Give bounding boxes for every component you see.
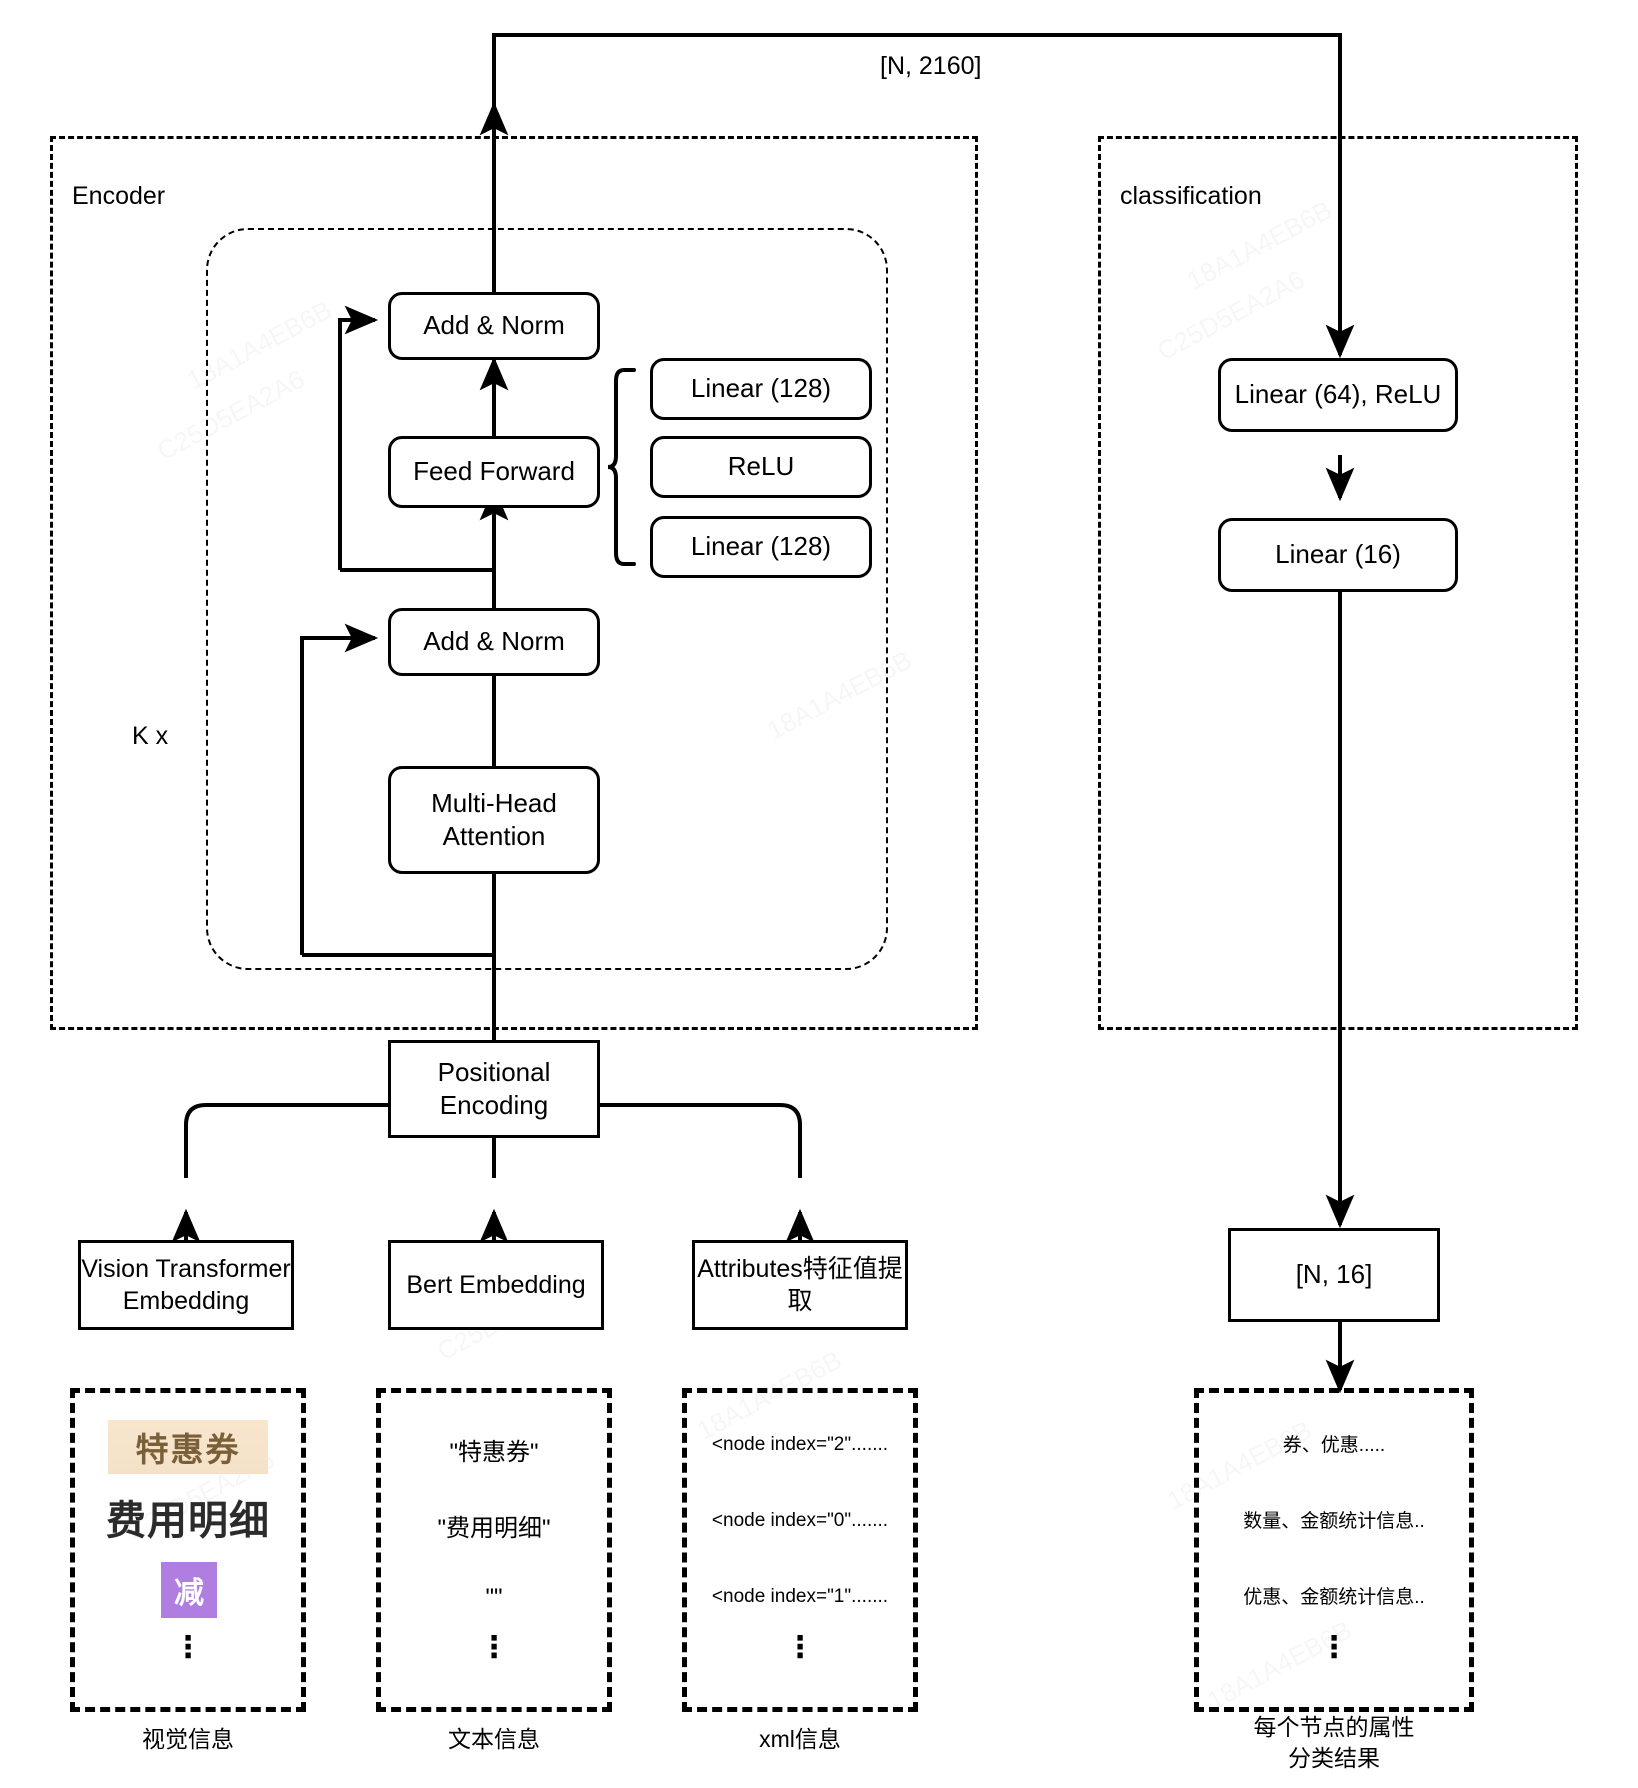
ffn-linear-1-label: Linear (128): [690, 373, 832, 404]
visual-chip-discount: 减: [161, 1562, 217, 1618]
visual-chip-title-label: 费用明细: [106, 1498, 270, 1544]
feed-forward-label: Feed Forward: [413, 456, 575, 487]
vision-transformer-embedding-label: Vision Transformer Embedding: [81, 1255, 291, 1315]
add-norm-bottom-block[interactable]: Add & Norm: [388, 608, 600, 676]
output-tensor-block[interactable]: [N, 16]: [1228, 1228, 1440, 1322]
xml-sample-0: <node index="2".......: [711, 1434, 889, 1455]
visual-chip-coupon-label: 特惠券: [135, 1430, 241, 1469]
xml-sample-1: <node index="0".......: [711, 1510, 889, 1531]
classification-sample-1: 数量、金额统计信息..: [1243, 1511, 1425, 1532]
ffn-linear-2-block[interactable]: Linear (128): [650, 516, 872, 578]
encoder-group-label: Encoder: [72, 182, 166, 210]
classification-linear-64-label: Linear (64), ReLU: [1234, 379, 1442, 410]
attributes-extraction-label: Attributes特征值提 取: [697, 1255, 903, 1315]
vision-transformer-embedding-block[interactable]: Vision Transformer Embedding: [78, 1240, 294, 1330]
classification-sample-0: 券、优惠.....: [1282, 1435, 1386, 1456]
classification-group-label: classification: [1120, 182, 1262, 210]
text-sample-0: "特惠券": [449, 1439, 539, 1466]
multi-head-attention-label: Multi-Head Attention: [431, 787, 557, 851]
xml-column-caption: xml信息: [759, 1726, 841, 1752]
classification-linear-16-label: Linear (16): [1275, 539, 1401, 570]
top-tensor-label: [N, 2160]: [880, 52, 982, 80]
ffn-linear-2-label: Linear (128): [690, 531, 832, 562]
classification-samples-ellipsis: ⋮: [1319, 1631, 1349, 1664]
encoder-repeat-label: K x: [132, 722, 169, 750]
visual-chip-discount-label: 减: [174, 1576, 204, 1611]
visual-samples-ellipsis: ⋮: [173, 1631, 203, 1664]
add-norm-bottom-label: Add & Norm: [423, 626, 565, 657]
xml-samples-ellipsis: ⋮: [785, 1631, 815, 1664]
visual-chip-title: 费用明细: [100, 1490, 276, 1544]
classification-sample-2: 优惠、金额统计信息..: [1243, 1587, 1425, 1608]
text-sample-2: "": [485, 1584, 503, 1611]
ffn-linear-1-block[interactable]: Linear (128): [650, 358, 872, 420]
bert-embedding-block[interactable]: Bert Embedding: [388, 1240, 604, 1330]
diagram-canvas: 18A1A4EB6B C25D5EA2A6 18A1A4EB6B 18A1A4E…: [0, 0, 1638, 1788]
classification-linear-64-block[interactable]: Linear (64), ReLU: [1218, 358, 1458, 432]
classification-column-caption: 每个节点的属性 分类结果: [1253, 1714, 1415, 1771]
ffn-relu-label: ReLU: [727, 451, 795, 482]
output-tensor-label: [N, 16]: [1295, 1259, 1373, 1290]
classification-linear-16-block[interactable]: Linear (16): [1218, 518, 1458, 592]
add-norm-top-label: Add & Norm: [423, 310, 565, 341]
positional-encoding-label: Positional Encoding: [437, 1056, 551, 1120]
multi-head-attention-block[interactable]: Multi-Head Attention: [388, 766, 600, 874]
text-column-caption: 文本信息: [448, 1726, 540, 1752]
feed-forward-block[interactable]: Feed Forward: [388, 436, 600, 508]
visual-chip-coupon: 特惠券: [108, 1420, 268, 1474]
xml-sample-2: <node index="1".......: [711, 1586, 889, 1607]
visual-column-caption: 视觉信息: [142, 1726, 234, 1752]
add-norm-top-block[interactable]: Add & Norm: [388, 292, 600, 360]
text-sample-1: "费用明细": [437, 1515, 551, 1542]
attributes-extraction-block[interactable]: Attributes特征值提 取: [692, 1240, 908, 1330]
ffn-relu-block[interactable]: ReLU: [650, 436, 872, 498]
bert-embedding-label: Bert Embedding: [406, 1271, 586, 1299]
text-samples-ellipsis: ⋮: [479, 1631, 509, 1664]
positional-encoding-block[interactable]: Positional Encoding: [388, 1040, 600, 1138]
